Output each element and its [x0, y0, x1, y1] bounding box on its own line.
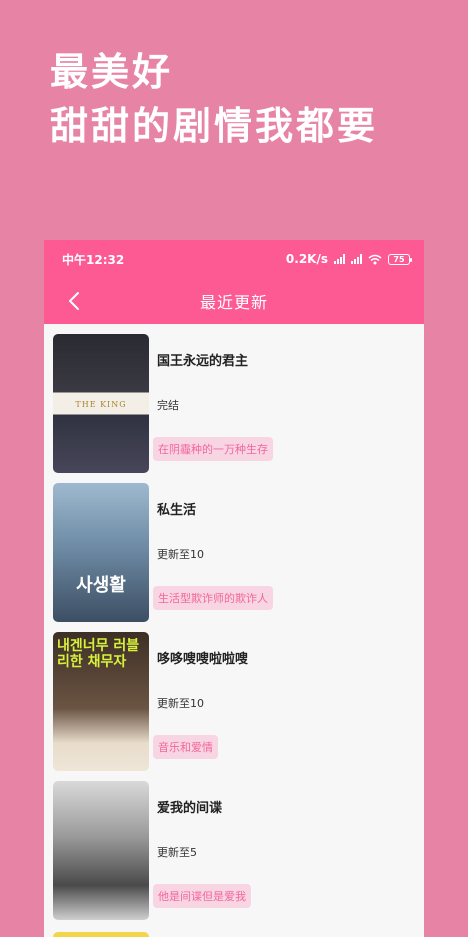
list-item[interactable]: THE KING 国王永远的君主 完结 在阴霾种的一万种生存: [44, 332, 424, 481]
list-item[interactable]: 내겐너무 러블리한 채무자 哆哆嗖嗖啦啦嗖 更新至10 音乐和爱情: [44, 630, 424, 779]
headline-line-1: 最美好: [50, 50, 174, 94]
update-status: 更新至5: [157, 846, 197, 859]
drama-title: 哆哆嗖嗖啦啦嗖: [157, 652, 249, 667]
poster-caption: 내겐너무 러블리한 채무자: [57, 638, 140, 670]
list-item[interactable]: 사생활 私生活 更新至10 生活型欺诈师的欺诈人: [44, 481, 424, 630]
page-title: 最近更新: [199, 293, 268, 312]
headline-line-2: 甜甜的剧情我都要: [50, 104, 379, 148]
network-speed: 0.2K/s: [285, 252, 328, 266]
poster-caption: THE KING: [75, 400, 127, 409]
wifi-icon: [368, 254, 382, 264]
drama-title: 国王永远的君主: [157, 354, 249, 369]
status-indicators: 0.2K/s 75: [285, 252, 412, 266]
signal-hd-icon: [351, 254, 362, 264]
app-screen: 中午12:32 0.2K/s 75 最近更新 THE KING 国王永远的君主 …: [44, 240, 424, 937]
update-status: 更新至10: [157, 697, 204, 710]
description-tag: 在阴霾种的一万种生存: [153, 437, 273, 461]
chevron-left-icon: [69, 292, 79, 310]
drama-list: THE KING 国王永远的君主 完结 在阴霾种的一万种生存 사생활 私生活 更…: [44, 324, 424, 928]
next-poster-peek: [53, 932, 149, 937]
back-button[interactable]: [62, 289, 86, 313]
update-status: 更新至10: [157, 548, 204, 561]
poster-image: [53, 781, 149, 920]
description-tag: 音乐和爱情: [153, 735, 218, 759]
signal-icon: [334, 254, 345, 264]
poster-caption: 사생활: [76, 575, 126, 596]
poster-image: 사생활: [53, 483, 149, 622]
status-bar: 中午12:32 0.2K/s 75: [44, 240, 424, 278]
drama-title: 私生活: [157, 503, 197, 518]
poster-image: 내겐너무 러블리한 채무자: [53, 632, 149, 771]
list-item[interactable]: 爱我的间谍 更新至5 他是间谍但是爱我: [44, 779, 424, 928]
description-tag: 他是间谍但是爱我: [153, 884, 251, 908]
battery-icon: 75: [388, 253, 412, 265]
nav-bar: 最近更新: [44, 278, 424, 324]
promo-headline: 最美好 甜甜的剧情我都要: [50, 48, 378, 152]
update-status: 完结: [157, 399, 179, 412]
description-tag: 生活型欺诈师的欺诈人: [153, 586, 273, 610]
drama-title: 爱我的间谍: [157, 801, 223, 816]
status-time: 中午12:32: [62, 252, 125, 267]
poster-image: THE KING: [53, 334, 149, 473]
